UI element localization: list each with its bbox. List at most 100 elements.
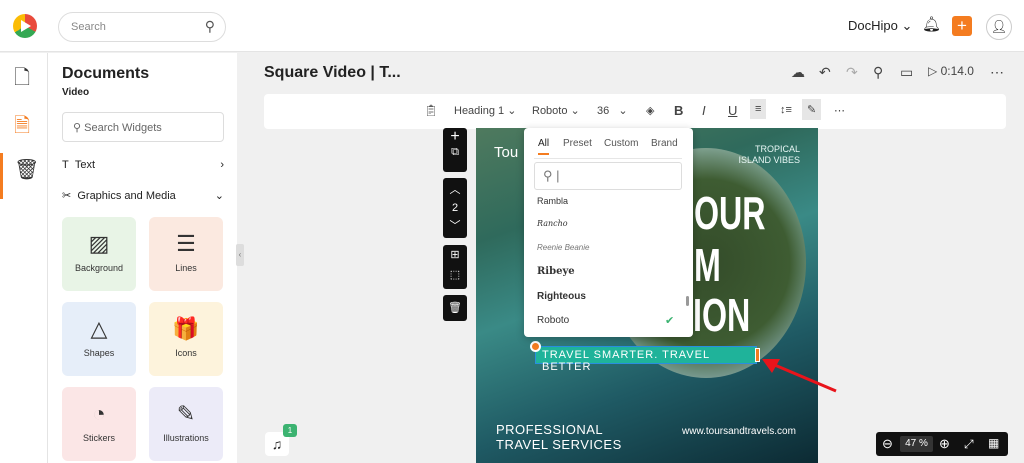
font-size-select[interactable]: 36 ⌄ (597, 104, 628, 117)
widget-search-input[interactable]: ⚲ Search Widgets (62, 112, 224, 142)
search-placeholder: Search (71, 21, 106, 33)
format-toolbar: 📋︎ Heading 1 ⌄ Roboto ⌄ 36 ⌄ ◈ B I U ≡ ↕… (264, 94, 1006, 129)
text-style-select[interactable]: Heading 1 ⌄ (454, 104, 516, 117)
font-option-selected[interactable]: Roboto (537, 315, 569, 326)
font-option[interactable]: Ribeye (537, 266, 575, 277)
align-center-icon[interactable]: ≡ (750, 99, 767, 119)
red-arrow-annotation (762, 359, 837, 393)
professional-line: PROFESSIONAL (496, 422, 604, 437)
headline-line1: OUR (694, 187, 766, 239)
widget-tile-lines[interactable]: ☰ Lines (149, 217, 223, 291)
undo-icon[interactable]: ↶ (819, 64, 831, 81)
document-title[interactable]: Square Video | T... (264, 64, 401, 82)
tab-brand[interactable]: Brand (651, 138, 678, 149)
tile-label: Icons (175, 348, 197, 358)
font-option[interactable]: Rambla (537, 196, 568, 206)
tab-custom[interactable]: Custom (604, 138, 638, 149)
document-icon[interactable]: 🗋 (14, 63, 30, 97)
rail-selection-indicator (0, 153, 3, 199)
icon-rail: 🗋 🗎 🗑 (0, 53, 48, 463)
dochipo-logo[interactable] (13, 14, 37, 38)
tab-all[interactable]: All (538, 138, 550, 155)
create-button[interactable]: + (952, 16, 972, 36)
panel-title: Documents (62, 65, 150, 82)
selected-tagline-text[interactable]: TRAVEL SMARTER. TRAVEL BETTER (535, 346, 757, 373)
widget-tile-illustrations[interactable]: ✎ Illustrations (149, 387, 223, 461)
select-area-icon[interactable]: ⬚ (443, 265, 467, 285)
bell-icon[interactable]: 🔔︎ (922, 15, 941, 33)
chevron-up-icon[interactable]: ︿ (443, 181, 467, 199)
font-search-input[interactable]: ⚲ | (534, 162, 682, 190)
scrollbar[interactable] (686, 296, 689, 306)
text-color-icon[interactable]: ◈ (646, 104, 654, 117)
panel-subtitle: Video (62, 87, 90, 98)
audio-count-badge: 1 (283, 424, 297, 437)
zoom-value[interactable]: 47 % (900, 436, 933, 452)
workspace-menu[interactable]: DocHipo ⌄ (848, 18, 912, 34)
search-icon[interactable]: ⚲ (873, 64, 883, 81)
cloud-save-icon[interactable]: ☁ (791, 64, 805, 81)
widget-tile-stickers[interactable]: ◔ Stickers (62, 387, 136, 461)
fit-screen-icon[interactable]: ⤢ (964, 437, 974, 452)
avatar[interactable]: 👤︎ (986, 14, 1012, 40)
play-button[interactable]: ▷ 0:14.0 (928, 64, 974, 78)
italic-icon[interactable]: I (702, 103, 706, 118)
chevron-right-icon: › (220, 159, 224, 171)
layer-order-controls: ︿ 2 ﹀ (443, 178, 467, 238)
text-label: Text (74, 159, 96, 171)
brand-text: Tou (494, 144, 519, 161)
trash-icon[interactable]: 🗑 (14, 157, 39, 182)
grid-view-icon[interactable]: ▦ (988, 436, 999, 450)
duration: 0:14.0 (940, 64, 974, 78)
font-dropdown: All Preset Custom Brand ⚲ | Rambla Ranch… (524, 128, 693, 337)
highlight-icon[interactable]: ✎ (802, 99, 822, 120)
illustrations-icon: ✎ (176, 401, 196, 426)
line-spacing-icon[interactable]: ↕≡ (780, 104, 792, 116)
background-icon: ▨ (88, 231, 110, 256)
text-section[interactable]: T Text › (62, 159, 224, 171)
grid-icon[interactable]: ⊞ (443, 245, 467, 265)
tile-label: Illustrations (163, 433, 209, 443)
widget-tile-background[interactable]: ▨ Background (62, 217, 136, 291)
graphics-section[interactable]: ✂ Graphics and Media ⌄ (62, 189, 224, 202)
zoom-unit: % (919, 438, 928, 449)
clipboard-icon[interactable]: 📋︎ (424, 104, 438, 117)
add-duplicate-controls: + ⧉ (443, 128, 467, 172)
comment-icon[interactable]: ▭ (900, 64, 913, 81)
shapes-icon: △ (90, 316, 108, 341)
font-option[interactable]: Righteous (537, 291, 586, 302)
grid-controls: ⊞ ⬚ (443, 245, 467, 289)
top-bar: Search ⚲ DocHipo ⌄ 🔔︎ + 👤︎ (0, 0, 1024, 52)
widget-tile-icons[interactable]: 🎁 Icons (149, 302, 223, 376)
add-icon[interactable]: + (443, 128, 467, 146)
delete-icon[interactable]: 🗑 (443, 295, 467, 321)
duplicate-icon[interactable]: ⧉ (443, 146, 467, 159)
font-option[interactable]: Rancho (537, 219, 568, 228)
rotate-handle[interactable] (530, 341, 541, 352)
widget-tile-shapes[interactable]: △ Shapes (62, 302, 136, 376)
bold-icon[interactable]: B (674, 103, 683, 118)
stickers-icon: ◔ (92, 401, 106, 426)
services-line: TRAVEL SERVICES (496, 437, 622, 452)
tab-divider (534, 158, 682, 159)
chevron-down-icon[interactable]: ﹀ (443, 217, 467, 235)
collapse-panel-handle[interactable]: ‹ (236, 244, 244, 266)
zoom-in-icon[interactable]: ⊕ (939, 436, 950, 452)
lines-icon: ☰ (176, 231, 196, 256)
more-icon[interactable]: ⋯ (990, 64, 1004, 81)
zoom-percent: 47 (905, 438, 917, 449)
more-format-icon[interactable]: ⋯ (834, 104, 845, 117)
font-select[interactable]: Roboto ⌄ (532, 104, 580, 117)
widgets-icon[interactable]: 🗎 (14, 111, 30, 145)
search-input[interactable]: Search ⚲ (58, 12, 226, 42)
tropical-text: TROPICAL ISLAND VIBES (738, 144, 800, 166)
tile-label: Stickers (82, 433, 115, 443)
font-option[interactable]: Reenie Beanie (537, 243, 589, 252)
underline-icon[interactable]: U (728, 103, 737, 118)
zoom-out-icon[interactable]: ⊖ (882, 436, 893, 452)
redo-icon[interactable]: ↷ (846, 64, 858, 81)
website-text: www.toursandtravels.com (682, 426, 796, 437)
tab-preset[interactable]: Preset (563, 138, 592, 149)
icons-icon: 🎁 (172, 316, 200, 341)
headline-line3: ION (693, 289, 751, 341)
